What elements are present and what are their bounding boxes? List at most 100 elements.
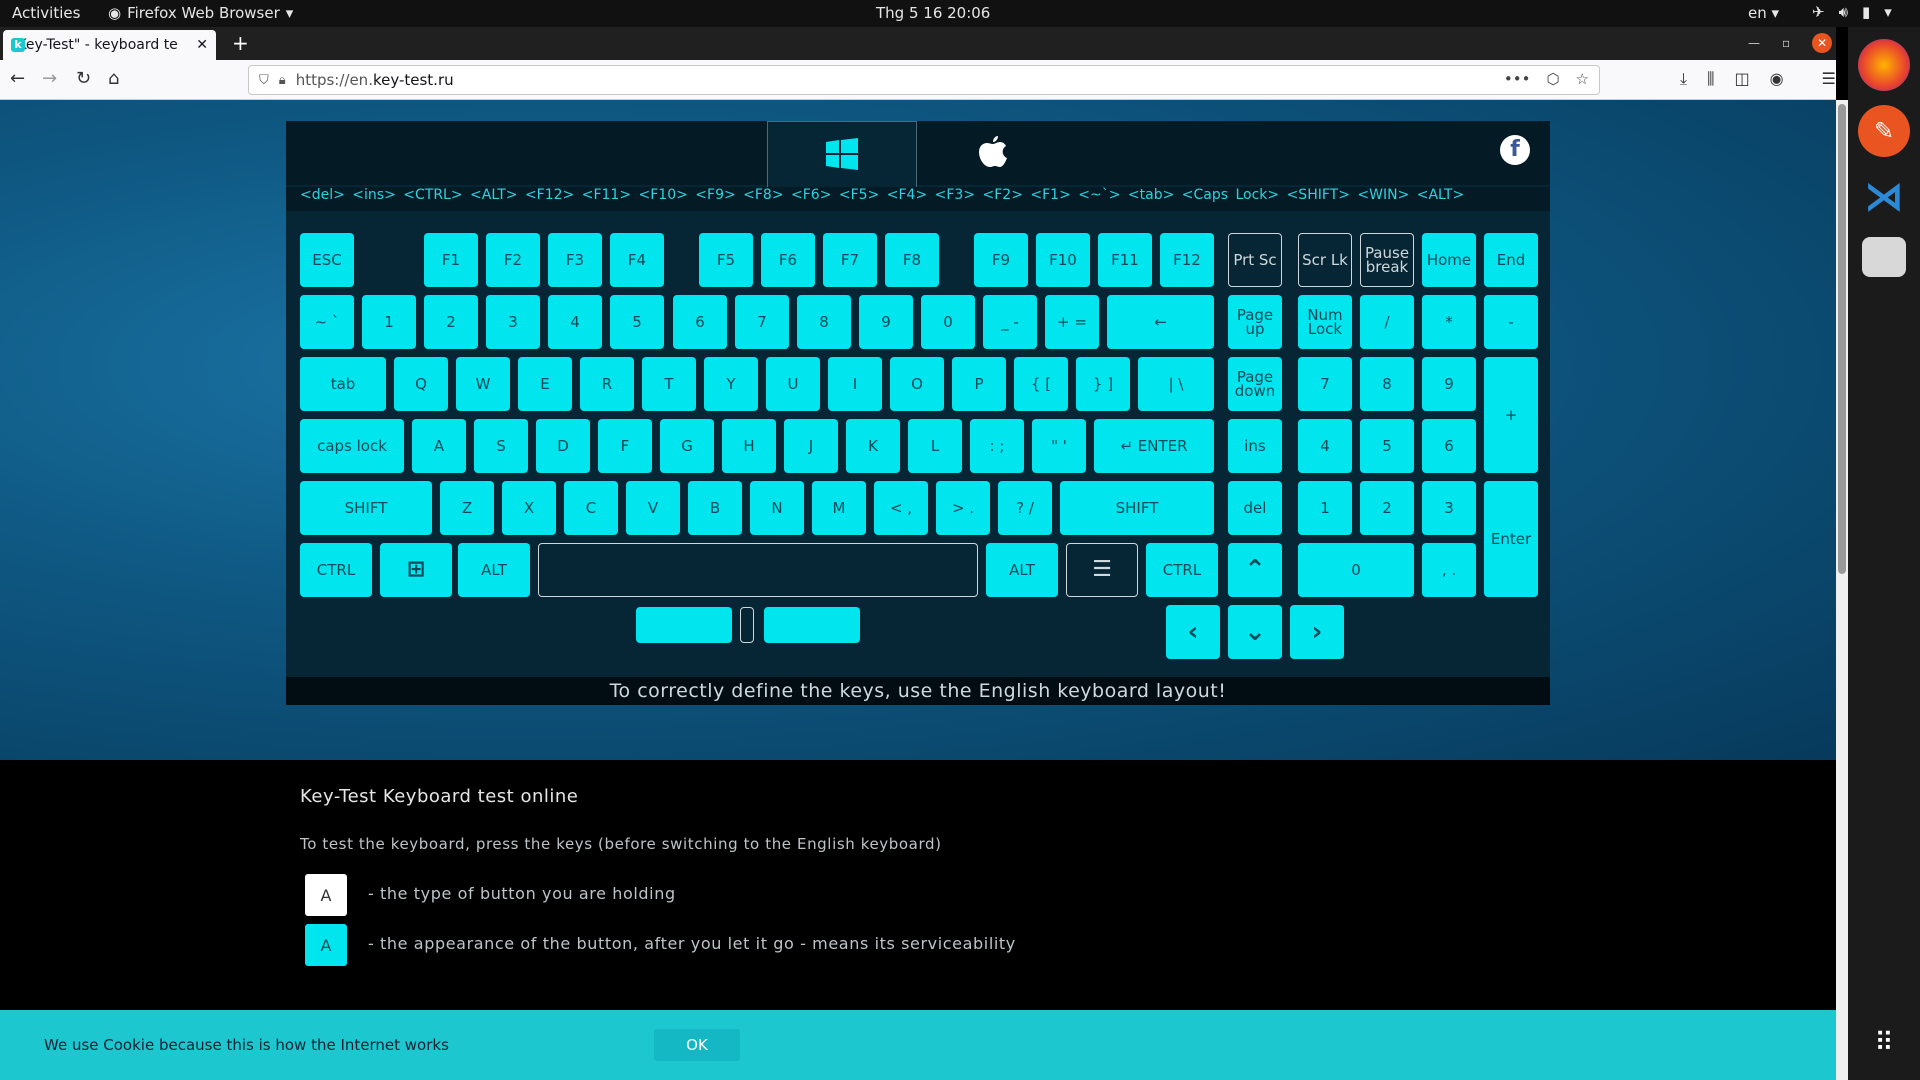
key-q[interactable]: Q	[394, 357, 448, 411]
bookmark-star-icon[interactable]: ☆	[1576, 70, 1589, 88]
key-lctrl[interactable]: CTRL	[300, 543, 372, 597]
key-z[interactable]: Z	[440, 481, 494, 535]
key-tilde[interactable]: ~ `	[300, 295, 354, 349]
key-down[interactable]: ⌄	[1228, 605, 1282, 659]
key-n4[interactable]: 4	[548, 295, 602, 349]
key-u[interactable]: U	[766, 357, 820, 411]
key-kp7[interactable]: 7	[1298, 357, 1352, 411]
key-h[interactable]: H	[722, 419, 776, 473]
key-lbr[interactable]: { [	[1014, 357, 1068, 411]
key-rshift[interactable]: SHIFT	[1060, 481, 1214, 535]
clock[interactable]: Thg 5 16 20:06	[876, 4, 990, 22]
key-numlock[interactable]: Num Lock	[1298, 295, 1352, 349]
library-icon[interactable]: ⫼	[1707, 69, 1714, 89]
key-i[interactable]: I	[828, 357, 882, 411]
key-kpplus[interactable]: +	[1484, 357, 1538, 473]
key-period[interactable]: > .	[936, 481, 990, 535]
key-f11[interactable]: F11	[1098, 233, 1152, 287]
key-n0[interactable]: 0	[921, 295, 975, 349]
shield-icon[interactable]: ⛉	[259, 73, 269, 88]
key-plus[interactable]: + =	[1045, 295, 1099, 349]
key-kp4[interactable]: 4	[1298, 419, 1352, 473]
key-mouse-left[interactable]	[636, 607, 732, 643]
key-n7[interactable]: 7	[735, 295, 789, 349]
key-end[interactable]: End	[1484, 233, 1538, 287]
language-indicator[interactable]: en ▾	[1748, 4, 1779, 22]
browser-tab[interactable]: k "Key-Test" - keyboard te ✕	[3, 30, 216, 60]
hamburger-menu-icon[interactable]: ☰	[1822, 69, 1836, 89]
pocket-icon[interactable]: ⬡	[1546, 70, 1559, 88]
key-bslash[interactable]: | \	[1138, 357, 1214, 411]
key-d[interactable]: D	[536, 419, 590, 473]
key-n8[interactable]: 8	[797, 295, 851, 349]
close-window-button[interactable]: ✕	[1812, 33, 1833, 53]
forward-icon[interactable]: →	[42, 68, 57, 89]
mouse-scroll-wheel[interactable]	[740, 607, 754, 643]
activities-button[interactable]: Activities	[12, 4, 80, 22]
key-kpminus[interactable]: -	[1484, 295, 1538, 349]
key-m[interactable]: M	[812, 481, 866, 535]
key-f3[interactable]: F3	[548, 233, 602, 287]
reload-icon[interactable]: ↻	[76, 68, 91, 89]
key-f6[interactable]: F6	[761, 233, 815, 287]
key-menu[interactable]: ☰	[1066, 543, 1138, 597]
key-l[interactable]: L	[908, 419, 962, 473]
key-f7[interactable]: F7	[823, 233, 877, 287]
key-prtsc[interactable]: Prt Sc	[1228, 233, 1282, 287]
key-ins[interactable]: ins	[1228, 419, 1282, 473]
vscode-dock-icon[interactable]: ⋊	[1858, 171, 1910, 223]
key-right[interactable]: ›	[1290, 605, 1344, 659]
key-b[interactable]: B	[688, 481, 742, 535]
account-icon[interactable]: ◉	[1770, 69, 1784, 89]
key-w[interactable]: W	[456, 357, 510, 411]
key-p[interactable]: P	[952, 357, 1006, 411]
key-n9[interactable]: 9	[859, 295, 913, 349]
key-f1[interactable]: F1	[424, 233, 478, 287]
key-quote[interactable]: " '	[1032, 419, 1086, 473]
key-rctrl[interactable]: CTRL	[1146, 543, 1218, 597]
key-n2[interactable]: 2	[424, 295, 478, 349]
key-o[interactable]: O	[890, 357, 944, 411]
key-t[interactable]: T	[642, 357, 696, 411]
key-n6[interactable]: 6	[673, 295, 727, 349]
key-y[interactable]: Y	[704, 357, 758, 411]
key-f12[interactable]: F12	[1160, 233, 1214, 287]
key-n5[interactable]: 5	[610, 295, 664, 349]
scrollbar-thumb[interactable]	[1838, 104, 1846, 574]
key-pgup[interactable]: Page up	[1228, 295, 1282, 349]
key-semi[interactable]: : ;	[970, 419, 1024, 473]
back-icon[interactable]: ←	[10, 68, 25, 89]
cookie-ok-button[interactable]: OK	[654, 1029, 740, 1061]
key-kpdot[interactable]: , .	[1422, 543, 1476, 597]
key-rbr[interactable]: } ]	[1076, 357, 1130, 411]
key-enter[interactable]: ↵ ENTER	[1094, 419, 1214, 473]
key-f[interactable]: F	[598, 419, 652, 473]
key-f4[interactable]: F4	[610, 233, 664, 287]
key-kpenter[interactable]: Enter	[1484, 481, 1538, 597]
files-dock-icon[interactable]	[1862, 237, 1906, 277]
tab-apple[interactable]	[917, 121, 1067, 185]
minimize-icon[interactable]: —	[1748, 36, 1760, 50]
key-slash[interactable]: ? /	[998, 481, 1052, 535]
key-f10[interactable]: F10	[1036, 233, 1090, 287]
key-win[interactable]: ⊞	[380, 543, 452, 597]
scrollbar[interactable]	[1836, 100, 1848, 1080]
key-up[interactable]: ⌃	[1228, 543, 1282, 597]
facebook-icon[interactable]: f	[1500, 135, 1530, 165]
key-kp5[interactable]: 5	[1360, 419, 1414, 473]
key-ralt[interactable]: ALT	[986, 543, 1058, 597]
key-f9[interactable]: F9	[974, 233, 1028, 287]
key-j[interactable]: J	[784, 419, 838, 473]
key-n1[interactable]: 1	[362, 295, 416, 349]
key-tab[interactable]: tab	[300, 357, 386, 411]
key-backspace[interactable]: ←	[1107, 295, 1214, 349]
key-n3[interactable]: 3	[486, 295, 540, 349]
firefox-dock-icon[interactable]	[1858, 39, 1910, 91]
key-a[interactable]: A	[412, 419, 466, 473]
app-menu[interactable]: ◉ Firefox Web Browser ▾	[108, 4, 293, 22]
key-pause[interactable]: Pause break	[1360, 233, 1414, 287]
key-pgdn[interactable]: Page down	[1228, 357, 1282, 411]
key-kp8[interactable]: 8	[1360, 357, 1414, 411]
tab-windows[interactable]	[767, 121, 917, 187]
key-kp3[interactable]: 3	[1422, 481, 1476, 535]
